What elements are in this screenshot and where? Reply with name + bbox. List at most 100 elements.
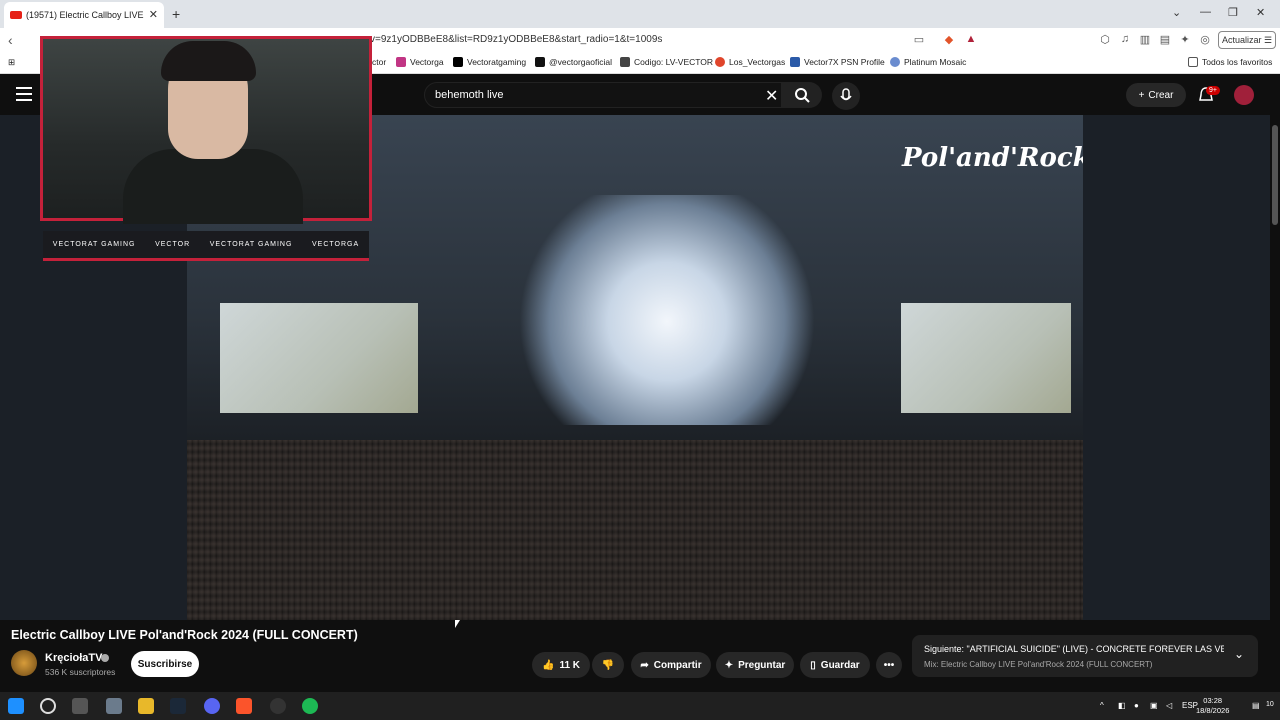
subscribe-button[interactable]: Suscribirse <box>131 651 199 677</box>
next-title: Siguiente: "ARTIFICIAL SUICIDE" (LIVE) -… <box>924 644 1224 654</box>
minimize-icon[interactable]: — <box>1200 6 1211 18</box>
bookmark-icon: ▯ <box>810 659 816 671</box>
volume-icon[interactable]: ◁ <box>1166 701 1172 710</box>
bookmark-item[interactable]: ctor <box>372 57 386 67</box>
sidebar-icon[interactable]: ▥ <box>1138 33 1152 47</box>
extensions-icon[interactable]: ⬡ <box>1098 33 1112 47</box>
notification-count: 10 <box>1266 701 1274 708</box>
update-button[interactable]: Actualizar ☰ <box>1218 31 1276 49</box>
tray-icon[interactable]: ◧ <box>1118 701 1126 710</box>
next-up-panel[interactable]: Siguiente: "ARTIFICIAL SUICIDE" (LIVE) -… <box>912 635 1258 677</box>
mouse-cursor <box>455 620 460 628</box>
menu-icon[interactable] <box>16 87 32 101</box>
close-window-icon[interactable]: ✕ <box>1256 6 1265 19</box>
sparkle-icon: ✦ <box>724 659 734 671</box>
brave-shield-icon[interactable]: ◆ <box>942 33 956 47</box>
mic-icon[interactable]: ● <box>1134 701 1139 710</box>
thumbs-down-icon: 👎 <box>601 659 615 671</box>
bookmark-label: Platinum Mosaic <box>904 57 967 67</box>
more-actions-button[interactable]: ••• <box>876 652 902 678</box>
vpn-icon[interactable]: ◎ <box>1198 33 1212 47</box>
dislike-button[interactable]: 👎 <box>592 652 624 678</box>
bookmark-item[interactable]: Vectorga <box>396 57 444 67</box>
next-subtitle: Mix: Electric Callboy LIVE Pol'and'Rock … <box>924 660 1153 669</box>
discord-icon[interactable] <box>204 698 220 714</box>
url-text[interactable]: v=9z1yODBBeE8&list=RD9z1yODBBeE8&start_r… <box>370 34 662 45</box>
close-tab-icon[interactable]: ✕ <box>149 8 158 21</box>
bookmark-label: Vectorga <box>410 57 444 67</box>
twitter-social: VECTORAT GAMING <box>209 241 293 248</box>
cast-icon[interactable]: ▭ <box>912 33 926 47</box>
more-icon: ••• <box>883 659 895 671</box>
search-icon[interactable] <box>40 698 56 714</box>
share-icon: ➦ <box>640 659 649 671</box>
youtube-social: VECTORAT GAMING <box>52 241 136 248</box>
mic-icon <box>840 88 852 101</box>
file-explorer-icon[interactable] <box>138 698 154 714</box>
brave-icon[interactable] <box>236 698 252 714</box>
verified-icon <box>101 654 109 662</box>
bookmark-label: ctor <box>372 57 387 67</box>
update-label: Actualizar <box>1221 35 1262 45</box>
bookmark-favicon-icon <box>620 57 630 67</box>
app-icon[interactable] <box>106 698 122 714</box>
bookmark-label: Codigo: LV-VECTOR <box>634 57 714 67</box>
chevron-down-icon[interactable]: ⌄ <box>1172 6 1181 19</box>
save-label: Guardar <box>820 659 860 671</box>
search-button[interactable] <box>782 82 822 108</box>
back-icon[interactable]: ‹ <box>8 32 13 48</box>
spotify-icon[interactable] <box>302 698 318 714</box>
music-icon[interactable]: ♫ <box>1118 33 1132 47</box>
new-tab-icon[interactable]: + <box>172 6 180 22</box>
tiktok-icon <box>535 57 545 67</box>
create-button[interactable]: + Crear <box>1126 83 1186 107</box>
clear-search-icon[interactable]: ✕ <box>765 86 778 106</box>
voice-search-button[interactable] <box>832 82 860 110</box>
browser-tab[interactable]: (19571) Electric Callboy LIVE ✕ <box>4 2 164 28</box>
bookmark-label: @vectorgaoficial <box>549 57 612 67</box>
instagram-icon <box>396 57 406 67</box>
rewards-icon[interactable]: ▲ <box>964 33 978 47</box>
bookmark-item[interactable]: @vectorgaoficial <box>535 57 612 67</box>
ask-button[interactable]: ✦ Preguntar <box>716 652 794 678</box>
apps-grid-icon[interactable]: ⊞ <box>8 57 15 68</box>
ask-label: Preguntar <box>738 659 786 671</box>
bookmark-item[interactable]: Platinum Mosaic <box>890 57 966 67</box>
steam-icon[interactable] <box>170 698 186 714</box>
all-favorites-label: Todos los favoritos <box>1202 57 1273 67</box>
leo-icon[interactable]: ✦ <box>1178 33 1192 47</box>
streamer-shirt <box>123 149 303 224</box>
obs-icon[interactable] <box>270 698 286 714</box>
user-avatar[interactable] <box>1234 85 1254 105</box>
share-button[interactable]: ➦ Compartir <box>631 652 711 678</box>
all-favorites[interactable]: Todos los favoritos <box>1188 57 1272 67</box>
subscriber-count: 536 K suscriptores <box>45 667 116 677</box>
clock[interactable]: 03:28 18/8/2026 <box>1196 696 1229 716</box>
maximize-icon[interactable]: ❐ <box>1228 6 1238 19</box>
thumbs-up-icon: 👍 <box>541 659 555 671</box>
scrollbar[interactable] <box>1270 115 1280 692</box>
network-icon[interactable]: ▣ <box>1150 701 1158 710</box>
tray-chevron-icon[interactable]: ^ <box>1100 701 1104 710</box>
chevron-down-icon[interactable]: ⌄ <box>1234 647 1244 661</box>
notification-center-icon[interactable]: ▤ <box>1252 701 1260 710</box>
socials-bar: VECTORAT GAMING VECTOR VECTORAT GAMING V… <box>43 231 369 261</box>
bookmark-item[interactable]: Vector7X PSN Profile <box>790 57 885 67</box>
bookmark-item[interactable]: Codigo: LV-VECTOR <box>620 57 713 67</box>
bookmark-item[interactable]: Vectoratgaming <box>453 57 526 67</box>
festival-logo: Pol'and'Rock <box>902 143 1083 173</box>
scroll-thumb[interactable] <box>1272 125 1278 225</box>
start-icon[interactable] <box>8 698 24 714</box>
crowd-texture <box>187 440 1083 620</box>
bookmark-label: Los_Vectorgas <box>729 57 786 67</box>
like-button[interactable]: 👍 11 K <box>532 652 590 678</box>
search-input[interactable]: behemoth live ✕ <box>424 82 782 108</box>
task-view-icon[interactable] <box>72 698 88 714</box>
youtube-favicon-icon <box>10 11 22 19</box>
save-button[interactable]: ▯ Guardar <box>800 652 870 678</box>
channel-name[interactable]: KręciołaTV <box>45 652 102 664</box>
date: 18/8/2026 <box>1196 706 1230 715</box>
channel-avatar[interactable] <box>11 650 37 676</box>
wallet-icon[interactable]: ▤ <box>1158 33 1172 47</box>
bookmark-item[interactable]: Los_Vectorgas <box>715 57 785 67</box>
